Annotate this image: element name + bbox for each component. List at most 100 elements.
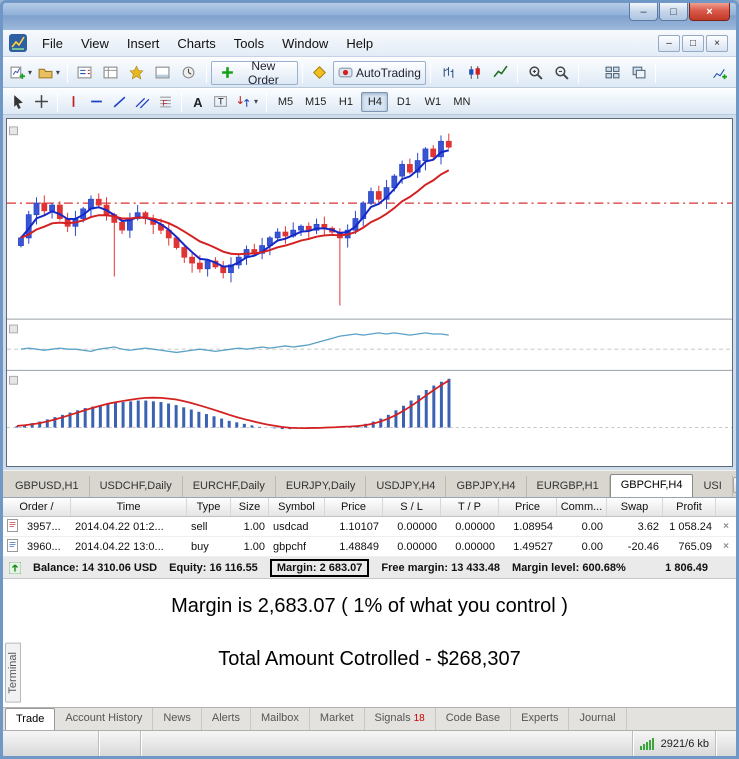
terminal-tab-trade[interactable]: Trade xyxy=(5,708,56,730)
restore-button[interactable]: □ xyxy=(659,3,688,21)
trendline-button[interactable] xyxy=(108,91,131,112)
cursor-button[interactable] xyxy=(7,91,30,112)
timeframe-h4[interactable]: H4 xyxy=(361,91,389,112)
menu-tools[interactable]: Tools xyxy=(225,33,273,54)
shapes-button[interactable]: ▾ xyxy=(232,91,262,112)
chart-tab-usdchf-daily[interactable]: USDCHF,Daily xyxy=(90,476,183,497)
annotation-area: Margin is 2,683.07 ( 1% of what you cont… xyxy=(3,579,736,707)
timeframe-m15[interactable]: M15 xyxy=(301,92,330,112)
fibonacci-button[interactable]: F xyxy=(154,91,177,112)
zoom-in-button[interactable] xyxy=(522,61,548,85)
terminal-tab-journal[interactable]: Journal xyxy=(569,708,627,730)
timeframe-m5[interactable]: M5 xyxy=(272,92,299,112)
column-header-price[interactable]: Price xyxy=(499,498,557,516)
chart-tab-eurjpy-daily[interactable]: EURJPY,Daily xyxy=(276,476,367,497)
line-chart-button[interactable] xyxy=(487,61,513,85)
svg-text:T: T xyxy=(218,97,224,108)
close-order-icon[interactable]: × xyxy=(716,521,736,532)
column-header-t-p[interactable]: T / P xyxy=(441,498,499,516)
column-header-price[interactable]: Price xyxy=(325,498,383,516)
minimize-button[interactable]: – xyxy=(629,3,658,21)
menu-file[interactable]: File xyxy=(33,33,72,54)
column-header-s-l[interactable]: S / L xyxy=(383,498,441,516)
label-button[interactable]: T xyxy=(209,91,232,112)
chart-tab-usi[interactable]: USI xyxy=(693,476,733,497)
autotrading-button[interactable]: AutoTrading xyxy=(332,60,426,85)
terminal-tab-signals[interactable]: Signals 18 xyxy=(365,708,436,730)
menu-window[interactable]: Window xyxy=(273,33,337,54)
timeframe-d1[interactable]: D1 xyxy=(390,92,417,112)
chart-tab-eurgbp-h1[interactable]: EURGBP,H1 xyxy=(527,476,610,497)
profiles-icon xyxy=(38,68,53,79)
new-chart-button[interactable]: ▾ xyxy=(7,61,35,85)
horizontal-line-button[interactable] xyxy=(85,91,108,112)
terminal-tab-account-history[interactable]: Account History xyxy=(55,708,154,730)
chart-restore-button[interactable]: □ xyxy=(682,34,704,52)
terminal-column-headers: Order / Time Type Size Symbol Price S / LT / P… xyxy=(3,498,736,517)
menu-bar: File View Insert Charts Tools Window Help – □ … xyxy=(3,30,736,57)
terminal-tab-mailbox[interactable]: Mailbox xyxy=(251,708,310,730)
chart-close-button[interactable]: × xyxy=(706,34,728,52)
column-header-symbol[interactable]: Symbol xyxy=(269,498,325,516)
tab-scroll-left-icon[interactable]: ◄ xyxy=(732,477,736,493)
terminal-tab-experts[interactable]: Experts xyxy=(511,708,570,730)
column-header-swap[interactable]: Swap xyxy=(607,498,663,516)
metaeditor-button[interactable] xyxy=(307,61,333,85)
strategy-tester-button[interactable] xyxy=(176,61,202,85)
terminal-tab-label: Alerts xyxy=(211,712,240,724)
chart-tab-usdjpy-h4[interactable]: USDJPY,H4 xyxy=(366,476,447,497)
navigator-button[interactable] xyxy=(124,61,150,85)
bar-chart-button[interactable] xyxy=(435,61,461,85)
column-header-order-[interactable]: Order / xyxy=(3,498,71,516)
channel-button[interactable] xyxy=(131,91,154,112)
chart-tab-eurchf-daily[interactable]: EURCHF,Daily xyxy=(183,476,276,497)
terminal-tab-alerts[interactable]: Alerts xyxy=(202,708,251,730)
text-button[interactable]: A xyxy=(186,91,209,112)
chart-tab-gbpusd-h1[interactable]: GBPUSD,H1 xyxy=(5,476,90,497)
chart-tab-gbpchf-h4[interactable]: GBPCHF,H4 xyxy=(609,474,694,498)
indicators-button[interactable] xyxy=(706,61,732,85)
new-order-label: New Order xyxy=(248,58,279,87)
chart-canvas[interactable] xyxy=(6,118,733,467)
order-row[interactable]: 3957... 2014.04.22 01:2... sell 1.00 usdcad 1… xyxy=(3,517,736,537)
data-window-button[interactable] xyxy=(98,61,124,85)
cascade-windows-button[interactable] xyxy=(625,61,651,85)
vertical-line-button[interactable] xyxy=(62,91,85,112)
strategy-tester-icon xyxy=(183,66,195,79)
column-header-type[interactable]: Type xyxy=(187,498,231,516)
terminal-tab-market[interactable]: Market xyxy=(310,708,365,730)
chart-tab-gbpjpy-h4[interactable]: GBPJPY,H4 xyxy=(446,476,527,497)
close-order-icon[interactable]: × xyxy=(716,541,736,552)
close-button[interactable]: × xyxy=(689,3,730,21)
candlestick-chart-button[interactable] xyxy=(461,61,487,85)
menu-view[interactable]: View xyxy=(72,33,118,54)
terminal-panel-button[interactable] xyxy=(150,61,176,85)
order-row[interactable]: 3960... 2014.04.22 13:0... buy 1.00 gbpchf 1.… xyxy=(3,537,736,557)
column-header-size[interactable]: Size xyxy=(231,498,269,516)
title-bar[interactable]: – □ × xyxy=(3,3,736,30)
column-header-profit[interactable]: Profit xyxy=(663,498,716,516)
terminal-tab-news[interactable]: News xyxy=(153,708,202,730)
crosshair-button[interactable] xyxy=(30,91,53,112)
arrange-windows-button[interactable] xyxy=(599,61,625,85)
timeframe-mn[interactable]: MN xyxy=(448,92,475,112)
cell-type: sell xyxy=(191,520,208,533)
column-header-time[interactable]: Time xyxy=(71,498,187,516)
cell-sl: 0.00000 xyxy=(397,520,437,533)
column-header-comm-[interactable]: Comm... xyxy=(557,498,607,516)
zoom-out-button[interactable] xyxy=(548,61,574,85)
new-order-button[interactable]: New Order xyxy=(210,58,298,87)
menu-charts[interactable]: Charts xyxy=(168,33,224,54)
chart-minimize-button[interactable]: – xyxy=(658,34,680,52)
terminal-tab-code-base[interactable]: Code Base xyxy=(436,708,512,730)
metaeditor-icon xyxy=(313,65,327,80)
market-watch-button[interactable] xyxy=(72,61,98,85)
timeframe-w1[interactable]: W1 xyxy=(419,92,446,112)
margin-annotation: Margin is 2,683.07 ( 1% of what you cont… xyxy=(171,595,568,617)
menu-insert[interactable]: Insert xyxy=(118,33,169,54)
timeframe-h1[interactable]: H1 xyxy=(332,92,359,112)
profiles-button[interactable]: ▾ xyxy=(35,61,63,85)
menu-help[interactable]: Help xyxy=(337,33,382,54)
terminal-vertical-tab[interactable]: Terminal xyxy=(5,643,21,703)
vertical-line-icon xyxy=(72,96,75,107)
